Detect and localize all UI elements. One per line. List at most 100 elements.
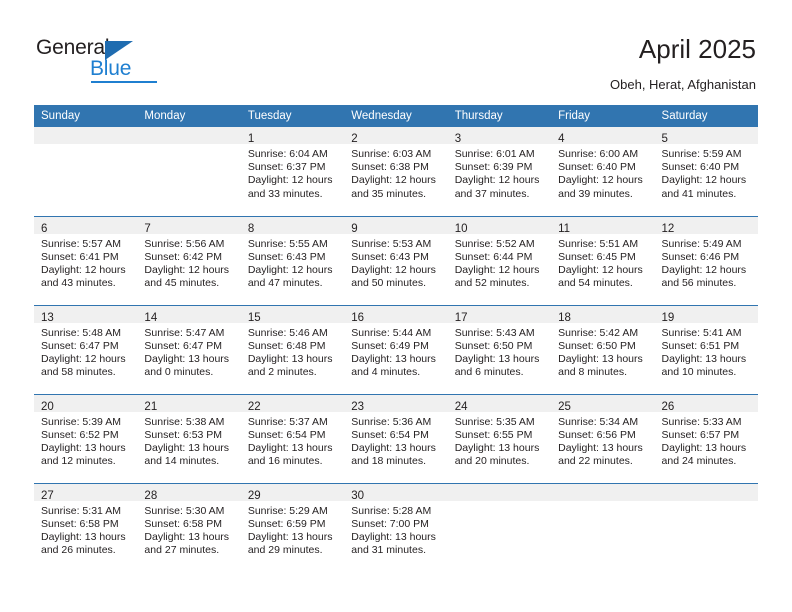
daylight-text-line1: Daylight: 13 hours bbox=[558, 352, 643, 365]
day-details: Sunrise: 6:04 AM Sunset: 6:37 PM Daylight:… bbox=[241, 144, 344, 201]
sunset-text: Sunset: 6:42 PM bbox=[144, 250, 223, 263]
daylight-text-line2: and 10 minutes. bbox=[661, 366, 737, 379]
daylight-text-line1: Daylight: 13 hours bbox=[454, 441, 540, 454]
sunset-text: Sunset: 6:43 PM bbox=[247, 250, 326, 263]
calendar-day-cell[interactable]: 5 Sunrise: 5:59 AM Sunset: 6:40 PM Daylight… bbox=[654, 127, 758, 216]
calendar-day-cell[interactable]: 11 Sunrise: 5:51 AM Sunset: 6:45 PM Dayligh… bbox=[551, 215, 655, 305]
daylight-text-line1: Daylight: 13 hours bbox=[144, 530, 230, 543]
sunset-text: Sunset: 6:40 PM bbox=[661, 161, 740, 174]
daylight-text-line2: and 41 minutes. bbox=[661, 187, 737, 200]
sunset-text: Sunset: 6:38 PM bbox=[351, 161, 429, 174]
daylight-text-line1: Daylight: 12 hours bbox=[351, 263, 436, 276]
calendar-day-cell[interactable]: 17 Sunrise: 5:43 AM Sunset: 6:50 PM Dayligh… bbox=[447, 304, 552, 394]
daylight-text-line2: and 39 minutes. bbox=[558, 187, 633, 200]
weekday-header-friday: Friday bbox=[551, 105, 655, 127]
day-number-band: 8 bbox=[240, 216, 345, 235]
daylight-text-line2: and 54 minutes. bbox=[558, 277, 633, 290]
logo-underline bbox=[91, 81, 157, 83]
daylight-text-line2: and 29 minutes. bbox=[247, 544, 323, 557]
day-number: 16 bbox=[351, 311, 365, 324]
calendar-day-cell[interactable]: 16 Sunrise: 5:44 AM Sunset: 6:49 PM Dayligh… bbox=[344, 304, 448, 394]
weekday-header-wednesday: Wednesday bbox=[344, 105, 448, 127]
sunrise-text: Sunrise: 5:36 AM bbox=[351, 415, 432, 428]
daylight-text-line1: Daylight: 12 hours bbox=[247, 174, 333, 187]
sunset-text: Sunset: 6:55 PM bbox=[454, 428, 533, 441]
sunset-text: Sunset: 6:50 PM bbox=[558, 339, 636, 352]
daylight-text-line2: and 2 minutes. bbox=[247, 366, 317, 379]
calendar-week-row: 27 Sunrise: 5:31 AM Sunset: 6:58 PM Dayligh… bbox=[34, 482, 758, 572]
calendar-day-cell[interactable]: 28 Sunrise: 5:30 AM Sunset: 6:58 PM Dayligh… bbox=[137, 482, 241, 572]
sunset-text: Sunset: 6:48 PM bbox=[247, 339, 326, 352]
day-details: Sunrise: 5:39 AM Sunset: 6:52 PM Daylight:… bbox=[34, 412, 137, 469]
calendar-day-cell[interactable]: 18 Sunrise: 5:42 AM Sunset: 6:50 PM Dayligh… bbox=[551, 304, 655, 394]
day-number: 7 bbox=[144, 222, 151, 235]
daylight-text-line1: Daylight: 12 hours bbox=[351, 174, 436, 187]
calendar-day-cell[interactable]: 14 Sunrise: 5:47 AM Sunset: 6:47 PM Dayligh… bbox=[137, 304, 241, 394]
sunrise-text: Sunrise: 6:00 AM bbox=[558, 148, 639, 160]
sunset-text: Sunset: 6:40 PM bbox=[558, 161, 636, 174]
day-number: 14 bbox=[144, 311, 158, 324]
sunset-text: Sunset: 6:54 PM bbox=[247, 428, 326, 441]
calendar-day-cell[interactable]: 24 Sunrise: 5:35 AM Sunset: 6:55 PM Dayligh… bbox=[447, 393, 552, 483]
calendar-week-row: 13 Sunrise: 5:48 AM Sunset: 6:47 PM Dayligh… bbox=[34, 304, 758, 394]
sunrise-text: Sunrise: 5:55 AM bbox=[247, 237, 328, 250]
sunset-text: Sunset: 7:00 PM bbox=[351, 517, 429, 530]
calendar-day-cell[interactable]: 8 Sunrise: 5:55 AM Sunset: 6:43 PM Daylight… bbox=[240, 215, 345, 305]
day-number-band: 12 bbox=[654, 216, 758, 235]
calendar-day-cell[interactable]: 7 Sunrise: 5:56 AM Sunset: 6:42 PM Daylight… bbox=[137, 215, 241, 305]
day-number: 12 bbox=[661, 222, 675, 235]
day-number: 21 bbox=[144, 400, 158, 413]
sunset-text: Sunset: 6:54 PM bbox=[351, 428, 429, 441]
sunrise-text: Sunrise: 5:35 AM bbox=[454, 415, 535, 428]
sunrise-text: Sunrise: 5:39 AM bbox=[41, 415, 121, 428]
sunrise-text: Sunrise: 5:37 AM bbox=[247, 415, 328, 428]
calendar-day-cell[interactable]: 4 Sunrise: 6:00 AM Sunset: 6:40 PM Daylight… bbox=[551, 127, 655, 216]
calendar-day-cell[interactable]: 25 Sunrise: 5:34 AM Sunset: 6:56 PM Dayligh… bbox=[551, 393, 655, 483]
day-details: Sunrise: 5:49 AM Sunset: 6:46 PM Daylight:… bbox=[655, 234, 758, 291]
day-number-band: 10 bbox=[447, 216, 552, 235]
daylight-text-line1: Daylight: 12 hours bbox=[558, 174, 643, 187]
daylight-text-line2: and 47 minutes. bbox=[247, 277, 323, 290]
sunrise-text: Sunrise: 5:52 AM bbox=[454, 237, 535, 250]
day-number: 27 bbox=[41, 489, 54, 502]
daylight-text-line2: and 56 minutes. bbox=[661, 277, 737, 290]
calendar-day-cell[interactable]: 27 Sunrise: 5:31 AM Sunset: 6:58 PM Dayligh… bbox=[34, 482, 138, 572]
calendar-day-cell[interactable]: 21 Sunrise: 5:38 AM Sunset: 6:53 PM Dayligh… bbox=[137, 393, 241, 483]
calendar-day-cell[interactable]: 2 Sunrise: 6:03 AM Sunset: 6:38 PM Daylight… bbox=[344, 127, 448, 216]
sunset-text: Sunset: 6:53 PM bbox=[144, 428, 223, 441]
daylight-text-line2: and 27 minutes. bbox=[144, 544, 220, 557]
calendar-day-cell[interactable]: 13 Sunrise: 5:48 AM Sunset: 6:47 PM Dayligh… bbox=[34, 304, 138, 394]
calendar-day-cell[interactable]: 12 Sunrise: 5:49 AM Sunset: 6:46 PM Dayligh… bbox=[654, 215, 758, 305]
sunset-text: Sunset: 6:56 PM bbox=[558, 428, 636, 441]
calendar-day-cell[interactable]: 3 Sunrise: 6:01 AM Sunset: 6:39 PM Daylight… bbox=[447, 127, 552, 216]
day-number-band: 7 bbox=[137, 216, 241, 235]
day-number: 18 bbox=[558, 311, 571, 324]
daylight-text-line1: Daylight: 13 hours bbox=[351, 530, 436, 543]
sunset-text: Sunset: 6:52 PM bbox=[41, 428, 119, 441]
sunrise-text: Sunrise: 5:34 AM bbox=[558, 415, 639, 428]
daylight-text-line1: Daylight: 13 hours bbox=[41, 441, 126, 454]
sunset-text: Sunset: 6:51 PM bbox=[661, 339, 740, 352]
calendar-day-cell[interactable]: 26 Sunrise: 5:33 AM Sunset: 6:57 PM Dayligh… bbox=[654, 393, 758, 483]
day-number-band: 23 bbox=[344, 394, 448, 413]
calendar-day-cell[interactable]: 19 Sunrise: 5:41 AM Sunset: 6:51 PM Dayligh… bbox=[654, 304, 758, 394]
sunset-text: Sunset: 6:50 PM bbox=[454, 339, 533, 352]
calendar-day-cell[interactable]: 22 Sunrise: 5:37 AM Sunset: 6:54 PM Dayligh… bbox=[240, 393, 345, 483]
calendar-day-cell[interactable]: 23 Sunrise: 5:36 AM Sunset: 6:54 PM Dayligh… bbox=[344, 393, 448, 483]
sunset-text: Sunset: 6:44 PM bbox=[454, 250, 533, 263]
sunrise-text: Sunrise: 5:44 AM bbox=[351, 326, 432, 339]
day-details: Sunrise: 5:59 AM Sunset: 6:40 PM Daylight:… bbox=[655, 144, 758, 201]
calendar-day-cell[interactable]: 29 Sunrise: 5:29 AM Sunset: 6:59 PM Dayligh… bbox=[240, 482, 345, 572]
day-number-band: 27 bbox=[34, 483, 138, 502]
calendar-day-cell[interactable]: 15 Sunrise: 5:46 AM Sunset: 6:48 PM Dayligh… bbox=[240, 304, 345, 394]
sunset-text: Sunset: 6:58 PM bbox=[144, 517, 223, 530]
calendar-day-cell[interactable]: 1 Sunrise: 6:04 AM Sunset: 6:37 PM Daylight… bbox=[240, 127, 345, 216]
calendar-day-cell[interactable]: 10 Sunrise: 5:52 AM Sunset: 6:44 PM Dayligh… bbox=[447, 215, 552, 305]
day-details: Sunrise: 5:48 AM Sunset: 6:47 PM Daylight:… bbox=[34, 323, 137, 380]
day-number: 5 bbox=[661, 133, 668, 145]
calendar-day-cell[interactable]: 6 Sunrise: 5:57 AM Sunset: 6:41 PM Daylight… bbox=[34, 215, 138, 305]
day-number-band: 4 bbox=[551, 127, 655, 145]
calendar-day-cell[interactable]: 9 Sunrise: 5:53 AM Sunset: 6:43 PM Daylight… bbox=[344, 215, 448, 305]
calendar-day-cell[interactable]: 20 Sunrise: 5:39 AM Sunset: 6:52 PM Dayligh… bbox=[34, 393, 138, 483]
calendar-day-cell[interactable]: 30 Sunrise: 5:28 AM Sunset: 7:00 PM Dayligh… bbox=[344, 482, 448, 572]
